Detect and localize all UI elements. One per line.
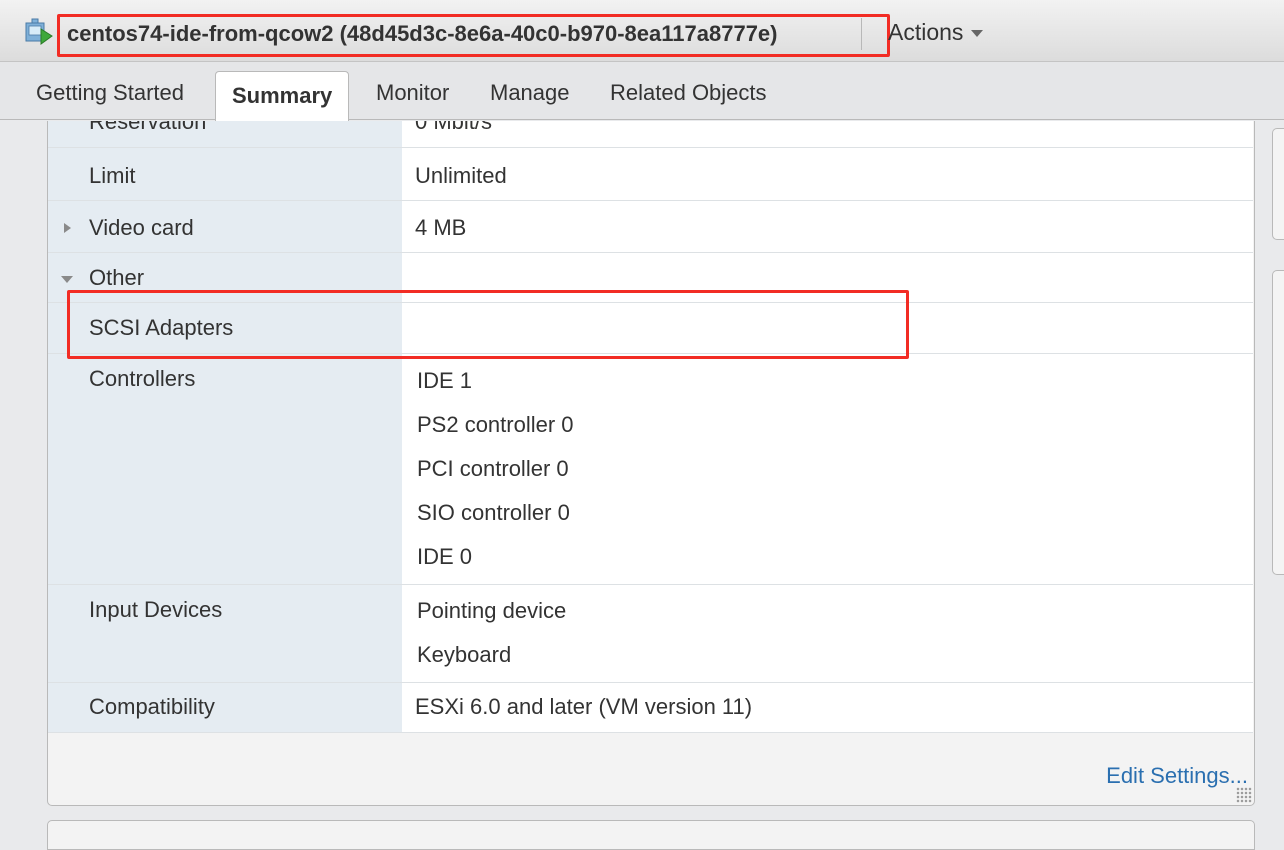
expand-arrow-icon[interactable] <box>64 223 71 233</box>
tab-manage[interactable]: Manage <box>490 80 570 106</box>
edit-settings-link[interactable]: Edit Settings... <box>1106 763 1248 789</box>
header-divider <box>861 18 862 50</box>
row-value: Unlimited <box>415 163 507 188</box>
table-row-input-devices: Input Devices Pointing device Keyboard <box>48 585 1253 683</box>
next-portlet <box>47 820 1255 850</box>
list-item: PS2 controller 0 <box>417 412 574 437</box>
tab-summary[interactable]: Summary <box>215 71 350 121</box>
row-label: Compatibility <box>89 694 215 719</box>
tab-monitor[interactable]: Monitor <box>376 80 449 106</box>
collapse-arrow-icon[interactable] <box>61 276 73 283</box>
vm-icon <box>25 18 53 45</box>
side-panel-collapsed[interactable] <box>1272 128 1284 240</box>
table-row-compatibility: Compatibility ESXi 6.0 and later (VM ver… <box>48 683 1253 733</box>
list-item: IDE 1 <box>417 368 473 393</box>
row-label: SCSI Adapters <box>89 315 234 340</box>
row-label: Other <box>89 265 145 290</box>
row-label: Reservation <box>89 121 207 134</box>
resize-grip-icon[interactable] <box>1236 787 1252 803</box>
tab-bar: Getting Started Summary Monitor Manage R… <box>0 62 1284 121</box>
row-value: 4 MB <box>415 215 467 240</box>
row-label: Limit <box>89 163 136 188</box>
chevron-down-icon <box>971 30 984 38</box>
row-value: ESXi 6.0 and later (VM version 11) <box>415 694 753 719</box>
vm-hardware-panel: Reservation 0 Mbit/s Limit Unlimited Vid… <box>47 121 1255 806</box>
table-row-limit: Limit Unlimited <box>48 148 1253 201</box>
row-label: Video card <box>89 215 194 240</box>
vm-title: centos74-ide-from-qcow2 (48d45d3c-8e6a-4… <box>67 21 778 46</box>
table-row-reservation: Reservation 0 Mbit/s <box>48 121 1253 148</box>
object-header: centos74-ide-from-qcow2 (48d45d3c-8e6a-4… <box>0 0 1284 62</box>
list-item: Pointing device <box>417 598 567 623</box>
row-label: Controllers <box>89 366 196 391</box>
table-row-scsi-adapters: SCSI Adapters <box>48 303 1253 354</box>
actions-label: Actions <box>888 19 964 45</box>
list-item: PCI controller 0 <box>417 456 569 481</box>
list-item: Keyboard <box>417 642 512 667</box>
table-row-other[interactable]: Other <box>48 253 1253 303</box>
table-row-video-card[interactable]: Video card 4 MB <box>48 201 1253 253</box>
table-row-controllers: Controllers IDE 1 PS2 controller 0 PCI c… <box>48 354 1253 585</box>
actions-menu-button[interactable]: Actions <box>888 19 984 46</box>
side-panel-collapsed[interactable] <box>1272 270 1284 575</box>
list-item: SIO controller 0 <box>417 500 570 525</box>
list-item: IDE 0 <box>417 544 473 569</box>
tab-getting-started[interactable]: Getting Started <box>36 80 184 106</box>
tab-related-objects[interactable]: Related Objects <box>610 80 767 106</box>
row-value: 0 Mbit/s <box>415 121 493 134</box>
row-label: Input Devices <box>89 597 223 622</box>
